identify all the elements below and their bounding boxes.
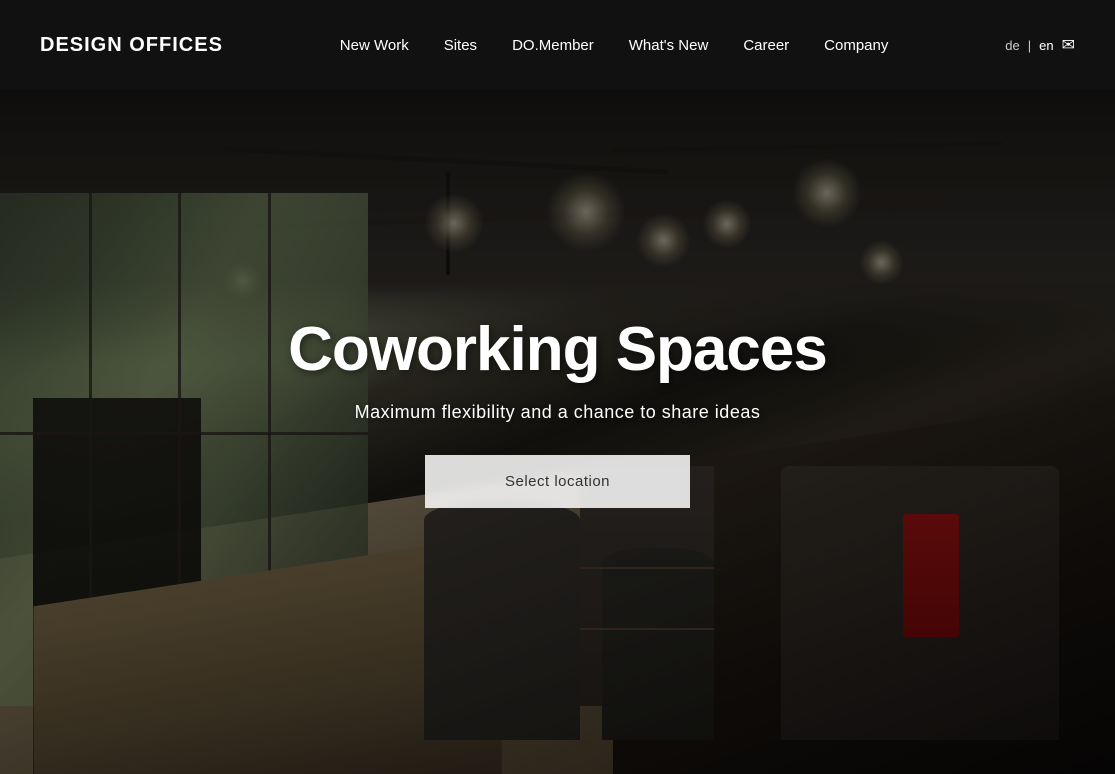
lang-de[interactable]: de xyxy=(1005,38,1019,53)
mail-icon[interactable]: ✉ xyxy=(1062,35,1075,55)
site-header: DESIGN OFFICES New Work Sites DO.Member … xyxy=(0,0,1115,90)
language-switcher: de | en ✉ xyxy=(1005,35,1075,55)
main-nav: New Work Sites DO.Member What's New Care… xyxy=(340,37,889,54)
select-location-button[interactable]: Select location xyxy=(425,455,690,508)
lang-en[interactable]: en xyxy=(1039,38,1053,53)
lang-separator: | xyxy=(1028,38,1031,53)
hero-section: Coworking Spaces Maximum flexibility and… xyxy=(0,90,1115,774)
nav-item-company[interactable]: Company xyxy=(824,37,888,54)
nav-item-whats-new[interactable]: What's New xyxy=(629,37,709,54)
site-logo[interactable]: DESIGN OFFICES xyxy=(40,34,223,57)
hero-subtitle: Maximum flexibility and a chance to shar… xyxy=(355,402,761,423)
nav-item-career[interactable]: Career xyxy=(743,37,789,54)
nav-item-do-member[interactable]: DO.Member xyxy=(512,37,594,54)
nav-item-sites[interactable]: Sites xyxy=(444,37,477,54)
nav-item-new-work[interactable]: New Work xyxy=(340,37,409,54)
hero-title: Coworking Spaces xyxy=(288,316,827,384)
hero-content: Coworking Spaces Maximum flexibility and… xyxy=(0,90,1115,774)
